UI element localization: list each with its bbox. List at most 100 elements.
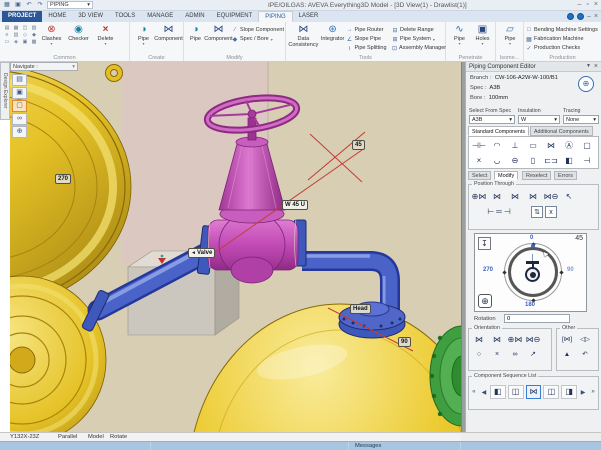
checker-button[interactable]: ◉ Checker: [65, 23, 92, 42]
3d-scene[interactable]: [10, 62, 461, 432]
spec-search-icon[interactable]: ⊕: [578, 76, 594, 92]
tab-select[interactable]: Select: [468, 171, 491, 180]
insulation-dropdown[interactable]: W ▾: [518, 115, 560, 124]
other-gasket-icon[interactable]: ◁▷: [577, 333, 593, 346]
pipe-router-link[interactable]: →Pipe Router: [346, 26, 392, 34]
common-mini-grid[interactable]: ▤▦◫▧ ≡▥◇◆ ▭◈▣▩: [2, 23, 38, 45]
status-mode[interactable]: Model: [88, 434, 104, 440]
mini-icon[interactable]: ▩: [31, 39, 37, 45]
sequence-item[interactable]: ◫: [543, 385, 559, 399]
position-insert-icon[interactable]: ⊕⋈: [471, 190, 487, 203]
component-block-icon[interactable]: ▭: [524, 138, 542, 153]
slope-pipe-link[interactable]: ∠Slope Pipe: [346, 35, 392, 43]
tab-standard-components[interactable]: Standard Components: [468, 126, 529, 136]
redo-icon[interactable]: ↷: [36, 0, 44, 10]
isometric-pipe-button[interactable]: ▱ Pipe ▾: [498, 23, 522, 46]
sequence-item[interactable]: ◫: [508, 385, 524, 399]
production-checks-link[interactable]: ✓Production Checks: [526, 44, 598, 52]
compass-90[interactable]: 90: [567, 267, 574, 273]
tab-manage[interactable]: MANAGE: [141, 11, 179, 22]
design-explorer-tab[interactable]: Design Explorer: [0, 62, 10, 120]
walk-drive-button[interactable]: ⊕: [12, 126, 27, 138]
tab-project[interactable]: PROJECT: [2, 11, 42, 22]
tab-laser[interactable]: LASER: [293, 11, 325, 22]
save-icon[interactable]: ▣: [14, 0, 22, 10]
panel-title-bar[interactable]: Piping Component Editor ▼ ×: [466, 62, 601, 72]
tab-equipment[interactable]: EQUIPMENT: [211, 11, 259, 22]
spec-value-link[interactable]: A3B: [489, 85, 500, 91]
component-tee-icon[interactable]: ⊥: [506, 138, 524, 153]
pipe-run-icon[interactable]: ⊢═⊣: [471, 205, 529, 218]
sequence-item[interactable]: ◧: [490, 385, 506, 399]
3d-viewport[interactable]: Navigate : ▾ ▤ ▣ ▢ ∞ ⊕ 270 45 W 45 U ◄Va…: [10, 62, 461, 432]
rotation-input[interactable]: [504, 314, 570, 323]
messages-bar[interactable]: Messages: [0, 441, 601, 450]
valve-label[interactable]: ◄Valve: [188, 248, 215, 258]
spheres-view-button[interactable]: ∞: [12, 113, 27, 125]
component-elbow-icon[interactable]: ◠: [488, 138, 506, 153]
mini-icon[interactable]: ▦: [13, 25, 19, 31]
integrator-button[interactable]: ⊛ Integrator: [319, 23, 347, 42]
perspective-cube-button[interactable]: ▣: [12, 87, 27, 99]
component-valve-icon[interactable]: ⋈: [542, 138, 560, 153]
sequence-next-icon[interactable]: ▶: [579, 389, 587, 396]
delete-button[interactable]: × Delete ▾: [92, 23, 119, 46]
compass-270[interactable]: 270: [483, 267, 493, 273]
move-updown-button[interactable]: ⇅: [531, 206, 543, 218]
pin-icon[interactable]: ▼: [586, 63, 591, 70]
pipe-system-link[interactable]: ⊞Pipe System▾: [392, 35, 444, 43]
holes-button[interactable]: ▣ Holes ▾: [471, 23, 494, 46]
position-valve1-icon[interactable]: ⋈: [489, 190, 505, 203]
direction-compass[interactable]: 45 ↧ ⊕ 0 90 180 270 ▲: [474, 233, 587, 312]
tab-modify[interactable]: Modify: [494, 171, 518, 180]
tracing-dropdown[interactable]: None ▾: [563, 115, 599, 124]
sequence-item[interactable]: ◨: [561, 385, 577, 399]
mini-icon[interactable]: ▤: [4, 25, 10, 31]
clashes-button[interactable]: ⊗ Clashes ▾: [38, 23, 65, 46]
mini-icon[interactable]: ▧: [31, 25, 37, 31]
ribbon-minimize-icon[interactable]: –: [587, 12, 591, 21]
other-bracket-icon[interactable]: [⋈]: [559, 333, 575, 346]
modify-pipe-button[interactable]: ◑ Pipe: [186, 23, 205, 42]
data-consistency-button[interactable]: ⋈ Data Consistency: [288, 23, 319, 49]
tab-3d-view[interactable]: 3D VIEW: [72, 11, 109, 22]
tab-errors[interactable]: Errors: [554, 171, 577, 180]
spec-bore-link[interactable]: ◆ Spec / Bore ▾: [232, 35, 284, 43]
mini-icon[interactable]: ◇: [22, 32, 28, 38]
component-cap-icon[interactable]: ◧: [560, 153, 578, 168]
app-logo-icon[interactable]: ▦: [3, 0, 11, 10]
orient-remove-icon[interactable]: ⋈⊖: [525, 333, 541, 346]
fall-direction-button[interactable]: ↧: [478, 237, 491, 250]
minimize-icon[interactable]: –: [578, 1, 582, 8]
close-icon[interactable]: ×: [594, 63, 598, 70]
sequence-prev-icon[interactable]: ◀: [480, 389, 488, 396]
sequence-last-icon[interactable]: »: [589, 389, 597, 395]
component-flange-icon[interactable]: ⊣: [578, 153, 596, 168]
orient-mirror-icon[interactable]: ⋈: [489, 333, 505, 346]
pipe-splitting-link[interactable]: ≀Pipe Splitting: [346, 44, 392, 52]
tab-home[interactable]: HOME: [42, 11, 72, 22]
head-flange[interactable]: [339, 302, 405, 338]
component-instrument-icon[interactable]: Ⓐ: [560, 138, 578, 153]
position-remove-icon[interactable]: ⋈⊖: [543, 190, 559, 203]
head-label[interactable]: Head: [350, 304, 371, 314]
component-bend-icon[interactable]: ◡: [488, 153, 506, 168]
mini-icon[interactable]: ◆: [31, 32, 37, 38]
component-reducer-icon[interactable]: ⊖: [506, 153, 524, 168]
undo-icon[interactable]: ↶: [25, 0, 33, 10]
maximize-icon[interactable]: ▫: [586, 1, 588, 8]
orient-rotate-icon[interactable]: ↗: [525, 348, 541, 361]
modify-component-button[interactable]: ⋈ Component: [205, 23, 232, 42]
position-pick-icon[interactable]: ↖: [561, 190, 577, 203]
tab-tools[interactable]: TOOLS: [109, 11, 141, 22]
tab-admin[interactable]: ADMIN: [179, 11, 210, 22]
orient-double-icon[interactable]: ∞: [507, 348, 523, 361]
assembly-manager-link[interactable]: ⊡Assembly Manager: [392, 44, 444, 52]
component-barrel-icon[interactable]: ⊏⊐: [542, 153, 560, 168]
slope-component-link[interactable]: ∕ Slope Component: [232, 26, 284, 34]
dimension-tag-270[interactable]: 270: [55, 174, 71, 184]
about-icon[interactable]: [577, 13, 584, 20]
delete-range-link[interactable]: ⊟Delete Range: [392, 26, 444, 34]
dimension-tag-45[interactable]: 45: [352, 140, 365, 150]
component-trap-icon[interactable]: ▢: [578, 138, 596, 153]
